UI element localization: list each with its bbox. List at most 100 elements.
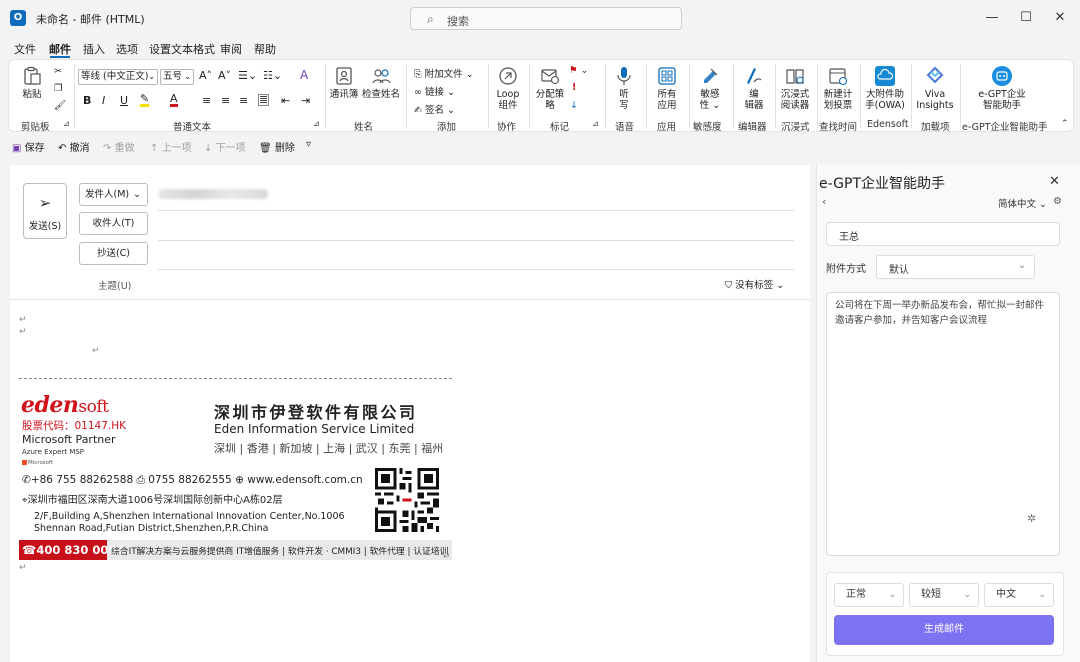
chevron-down-icon: ⌄ xyxy=(1038,590,1046,600)
output-language-select[interactable]: 中文 ⌄ xyxy=(984,583,1054,607)
signature-divider xyxy=(19,378,452,379)
attach-file-button[interactable]: ⎘ 附加文件 ⌄ xyxy=(414,66,474,80)
highlight-icon[interactable]: ✎ xyxy=(140,93,150,107)
bold-icon[interactable]: B xyxy=(83,94,91,107)
menu-options[interactable]: 选项 xyxy=(116,41,138,57)
menu-insert[interactable]: 插入 xyxy=(83,41,105,57)
azure-expert: Azure Expert MSP xyxy=(22,448,85,456)
low-importance-icon[interactable]: ↓ xyxy=(570,100,578,111)
generate-email-button[interactable]: 生成邮件 xyxy=(834,615,1054,645)
undo-button[interactable]: ↶ 撤消 xyxy=(58,139,90,154)
flag-icon[interactable]: ⚑ ⌄ xyxy=(569,65,589,76)
clear-format-icon[interactable]: A xyxy=(300,68,308,82)
all-apps-button[interactable]: 所有 应用 xyxy=(652,66,682,111)
qr-code xyxy=(375,468,439,532)
address-book-button[interactable]: 通讯簿 xyxy=(329,66,359,100)
back-chevron-icon[interactable]: ‹ xyxy=(822,195,826,208)
egpt-assistant-button[interactable]: e-GPT企业 智能助手 xyxy=(977,66,1027,111)
length-select[interactable]: 较短 ⌄ xyxy=(909,583,979,607)
high-importance-icon[interactable]: ! xyxy=(572,82,576,93)
minimize-button[interactable]: — xyxy=(982,9,1002,27)
format-painter-icon[interactable]: 🖌 xyxy=(54,100,66,111)
close-window-button[interactable]: ✕ xyxy=(1050,9,1070,27)
previous-item-button[interactable]: ↑ 上一项 xyxy=(150,139,192,154)
addins-group-label: 加载项 xyxy=(921,122,950,133)
decrease-indent-icon[interactable]: ⇤ xyxy=(281,94,290,107)
attach-mode-select[interactable]: 默认 ⌄ xyxy=(876,255,1035,279)
copy-icon[interactable]: ❐ xyxy=(54,83,63,94)
to-button[interactable]: 收件人(T) xyxy=(79,212,148,235)
cc-field-line[interactable] xyxy=(158,269,794,270)
sensitivity-label-selector[interactable]: ⛉ 没有标签 ⌄ xyxy=(725,277,784,291)
assign-policy-button[interactable]: 分配策略 xyxy=(535,66,565,111)
dialog-launcher-icon[interactable]: ⊿ xyxy=(592,119,599,128)
to-field-line[interactable] xyxy=(158,240,794,241)
menu-mail[interactable]: 邮件 xyxy=(49,41,71,57)
align-left-icon[interactable]: ≡ xyxy=(202,94,211,107)
next-item-button[interactable]: ↓ 下一项 xyxy=(204,139,246,154)
send-button[interactable]: ➢ 发送(S) xyxy=(23,183,67,239)
separator xyxy=(605,64,606,128)
customize-toolbar-icon[interactable]: ▿ xyxy=(306,139,311,150)
paste-button[interactable]: 粘贴 xyxy=(17,66,47,100)
search-input[interactable]: ⌕ 搜索 xyxy=(410,7,682,30)
check-names-button[interactable]: 检查姓名 xyxy=(362,66,400,100)
numbering-icon[interactable]: ☷⌄ xyxy=(263,69,282,82)
cc-button[interactable]: 抄送(C) xyxy=(79,242,148,265)
increase-indent-icon[interactable]: ⇥ xyxy=(301,94,310,107)
language-select[interactable]: 简体中文 ⌄ xyxy=(998,196,1047,210)
viva-insights-button[interactable]: Viva Insights xyxy=(915,66,955,111)
menu-review[interactable]: 审阅 xyxy=(220,41,242,57)
justify-icon[interactable]: ≣ xyxy=(258,94,270,106)
separator xyxy=(775,64,776,128)
link-button[interactable]: ∞ 链接 ⌄ xyxy=(414,84,455,98)
underline-icon[interactable]: U xyxy=(120,94,128,107)
cut-icon[interactable]: ✂ xyxy=(54,66,62,77)
italic-icon[interactable]: I xyxy=(102,94,105,107)
grow-font-icon[interactable]: A˄ xyxy=(199,69,212,82)
separator xyxy=(488,64,489,128)
align-center-icon[interactable]: ≡ xyxy=(221,94,230,107)
chevron-down-icon: ⌄ xyxy=(888,590,896,600)
address-cn: ⌖深圳市福田区深南大道1006号深圳国际创新中心A栋02层 xyxy=(22,495,283,506)
menu-format-text[interactable]: 设置文本格式 xyxy=(149,41,215,57)
magic-sparkle-icon[interactable]: ✲ xyxy=(1027,511,1036,526)
editor-group-label: 编辑器 xyxy=(738,122,767,133)
collapse-ribbon-icon[interactable]: ⌃ xyxy=(1061,119,1069,129)
font-color-icon[interactable]: A xyxy=(170,93,178,107)
company-name-en: Eden Information Service Limited xyxy=(214,422,415,436)
save-button[interactable]: ▣ 保存 xyxy=(12,139,45,154)
signature-button[interactable]: ✍ 签名 ⌄ xyxy=(414,102,455,116)
dictate-button[interactable]: 听写 xyxy=(612,66,636,111)
phone-icon: ✆ xyxy=(22,474,31,486)
fax-icon: ⎙ xyxy=(136,474,149,486)
immersive-reader-button[interactable]: 沉浸式 阅读器 xyxy=(778,66,812,111)
font-size-select[interactable]: 五号 ⌄ xyxy=(160,69,194,85)
shrink-font-icon[interactable]: A˅ xyxy=(218,69,231,82)
website-link[interactable]: www.edensoft.com.cn xyxy=(247,474,362,486)
menu-help[interactable]: 帮助 xyxy=(254,41,276,57)
close-pane-icon[interactable]: ✕ xyxy=(1049,174,1060,189)
gear-icon[interactable]: ⚙ xyxy=(1053,196,1062,207)
editor-button[interactable]: 编辑器 xyxy=(739,66,769,111)
calendar-icon xyxy=(829,68,848,86)
large-attachment-button[interactable]: 大附件助 手(OWA) xyxy=(864,66,906,111)
redo-button[interactable]: ↷ 重做 xyxy=(103,139,135,154)
maximize-button[interactable]: ☐ xyxy=(1016,9,1036,27)
paperclip-icon: ⎘ xyxy=(414,69,425,80)
prompt-textarea[interactable]: 公司将在下周一举办新品发布会，帮忙拟一封邮件邀请客户参加，并告知客户会议流程 ✲ xyxy=(826,292,1060,556)
dialog-launcher-icon[interactable]: ⊿ xyxy=(313,119,320,128)
dialog-launcher-icon[interactable]: ⊿ xyxy=(63,119,70,128)
align-right-icon[interactable]: ≡ xyxy=(239,94,248,107)
delete-button[interactable]: 🗑 删除 xyxy=(259,139,295,154)
loop-components-button[interactable]: Loop 组件 xyxy=(493,66,523,111)
bullets-icon[interactable]: ☰⌄ xyxy=(238,69,257,82)
sensitivity-button[interactable]: 敏感性 ⌄ xyxy=(695,66,725,111)
recipient-input[interactable]: 王总 xyxy=(826,222,1060,246)
sensitivity-icon xyxy=(704,68,718,83)
tone-select[interactable]: 正常 ⌄ xyxy=(834,583,904,607)
font-family-select[interactable]: 等线 (中文正文) ⌄ xyxy=(78,69,158,85)
scheduling-poll-button[interactable]: 新建计 划投票 xyxy=(821,66,855,111)
from-button[interactable]: 发件人(M) ⌄ xyxy=(79,183,148,206)
menu-file[interactable]: 文件 xyxy=(14,41,36,57)
